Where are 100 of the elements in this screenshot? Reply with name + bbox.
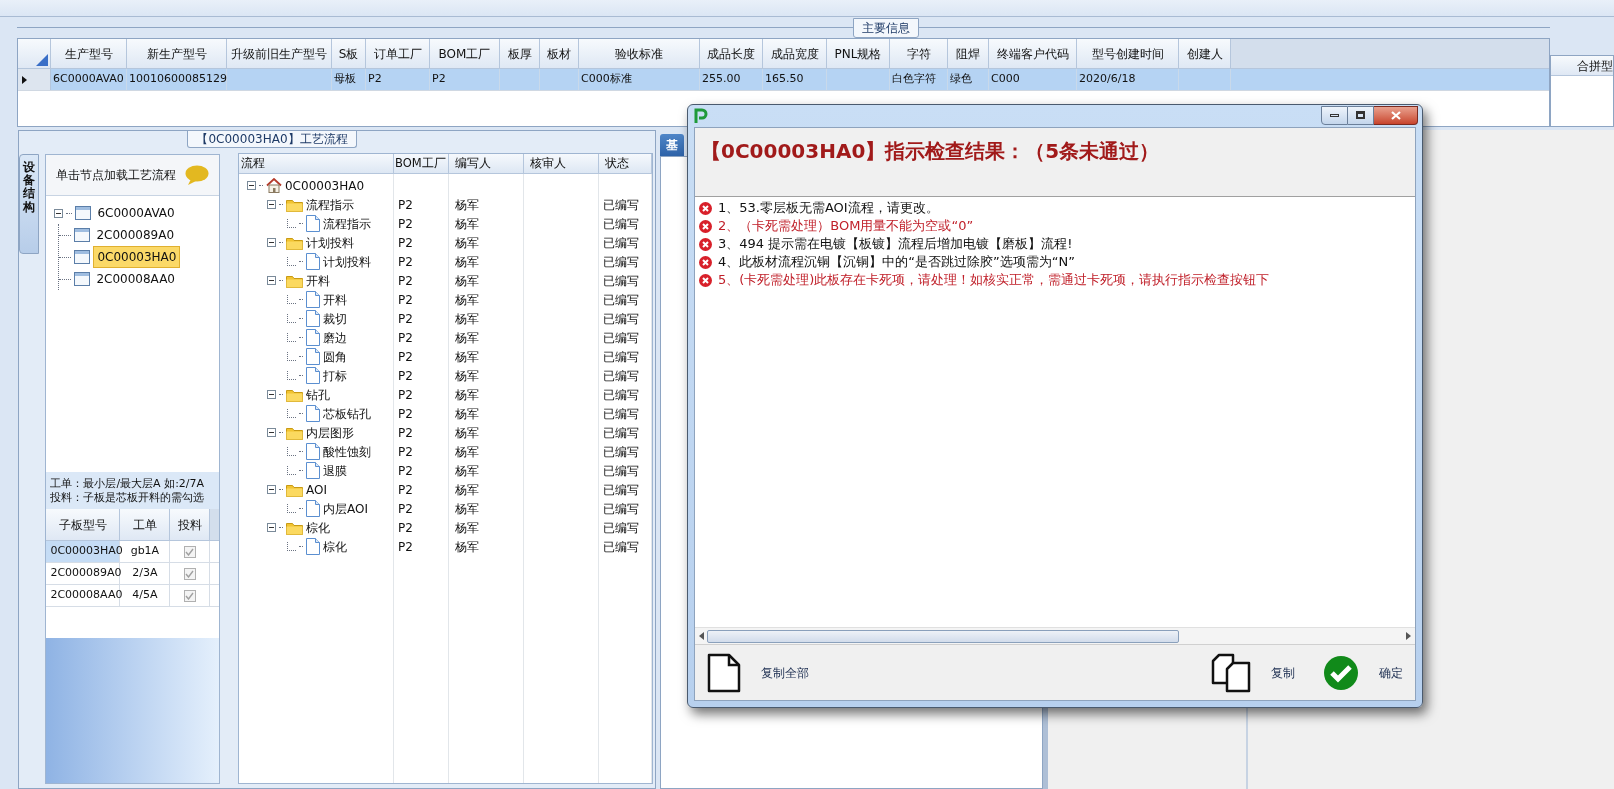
tree-node[interactable]: 开料 — [306, 271, 330, 290]
checkbox[interactable] — [183, 567, 196, 580]
checkbox[interactable] — [183, 589, 196, 602]
copy-button[interactable]: 复制 — [1211, 652, 1295, 693]
column-header[interactable]: 板厚 — [507, 44, 532, 63]
tree-node[interactable]: AOI — [306, 480, 327, 499]
table-cell: 已编写 — [603, 425, 639, 440]
column-header[interactable]: 生产型号 — [64, 44, 113, 63]
column-header[interactable]: 升级前旧生产型号 — [231, 44, 327, 63]
collapse-icon[interactable] — [267, 523, 276, 532]
panel-heading: 单击节点加载工艺流程 — [56, 167, 177, 184]
tree-node[interactable]: 棕化 — [323, 537, 347, 556]
table-row[interactable]: 0C00003HA0 gb1A — [46, 541, 220, 563]
table-cell: 已编写 — [603, 273, 639, 288]
column-header[interactable]: 新生产型号 — [146, 44, 207, 63]
table-cell: 杨军 — [455, 216, 479, 231]
column-header[interactable]: 状态 — [605, 154, 629, 173]
tree-node[interactable]: 0C00003HA0 — [285, 176, 365, 195]
tree-node[interactable]: 内层图形 — [306, 423, 354, 442]
tree-node[interactable]: 圆角 — [323, 347, 347, 366]
tree-node[interactable]: 裁切 — [323, 309, 347, 328]
table-row[interactable]: 2C000089A0 2/3A — [46, 563, 220, 585]
tree-node[interactable]: 2C00008AA0 — [93, 269, 178, 289]
table-cell: 已编写 — [603, 254, 639, 269]
column-header[interactable]: 成品长度 — [707, 44, 755, 63]
table-cell: P2 — [398, 520, 413, 535]
collapse-icon[interactable] — [247, 181, 256, 190]
column-header[interactable]: 编写人 — [455, 154, 491, 173]
maximize-button[interactable] — [1348, 105, 1374, 125]
tree-node[interactable]: 芯板钻孔 — [323, 404, 371, 423]
tree-node[interactable]: 酸性蚀刻 — [323, 442, 371, 461]
column-header[interactable]: 核审人 — [530, 154, 566, 173]
checkbox[interactable] — [183, 545, 196, 558]
tree-node[interactable]: 开料 — [323, 290, 347, 309]
column-header[interactable]: 阻焊 — [956, 44, 980, 63]
collapse-icon[interactable] — [267, 276, 276, 285]
column-header[interactable]: BOM工厂 — [395, 154, 446, 173]
tree-node[interactable]: 6C0000AVA0 — [94, 204, 178, 222]
column-header[interactable]: 创建人 — [1186, 44, 1223, 63]
table-cell: C000标准 — [581, 71, 632, 88]
column-header[interactable]: 工单 — [132, 515, 157, 534]
copy-button[interactable]: 复制全部 — [707, 652, 809, 693]
table-cell: gb1A — [130, 543, 160, 560]
tree-node[interactable]: 内层AOI — [323, 499, 368, 518]
column-header[interactable]: 型号创建时间 — [1091, 44, 1164, 63]
column-header[interactable]: 子板型号 — [58, 515, 107, 534]
tree-node[interactable]: 2C000089A0 — [93, 225, 178, 245]
column-header[interactable]: S板 — [338, 44, 359, 63]
table-cell[interactable]: 0C00003HA0 — [46, 541, 121, 562]
table-cell: 已编写 — [603, 482, 639, 497]
table-cell: 已编写 — [603, 539, 639, 554]
horizontal-scrollbar[interactable] — [695, 627, 1415, 644]
collapse-icon[interactable] — [267, 485, 276, 494]
side-tab[interactable]: 设备结构 — [19, 154, 40, 254]
table-row[interactable]: 2C00008AA0 4/5A — [46, 585, 220, 607]
collapse-icon[interactable] — [54, 208, 64, 218]
tree-node[interactable]: 钻孔 — [306, 385, 330, 404]
table-cell: P2 — [398, 216, 413, 231]
column-header[interactable]: 订单工厂 — [373, 44, 422, 63]
minimize-button[interactable] — [1321, 105, 1348, 125]
tree-node[interactable]: 磨边 — [323, 328, 347, 347]
close-button[interactable] — [1374, 105, 1418, 125]
tree-node[interactable]: 0C00003HA0 — [93, 246, 181, 268]
tree-node[interactable]: 打标 — [323, 366, 347, 385]
table-row[interactable]: 6C0000AVA0 10010600085129 母板 P2 P2 C000标准 255.00 165.50 白色字符 绿色 C000 2020/6/18 — [18, 69, 1549, 91]
table-cell[interactable]: 2C000089A0 — [46, 563, 121, 584]
document-icon — [306, 215, 320, 232]
table-cell: 杨军 — [455, 311, 479, 326]
table-cell: 已编写 — [603, 406, 639, 421]
collapse-icon[interactable] — [267, 238, 276, 247]
panel-tab[interactable]: 基 — [660, 134, 684, 156]
column-header[interactable]: PNL规格 — [834, 44, 882, 63]
table-cell: 已编写 — [603, 463, 639, 478]
table-cell[interactable]: 2C00008AA0 — [46, 585, 121, 606]
table-cell: 255.00 — [702, 71, 741, 88]
table-cell: 已编写 — [603, 235, 639, 250]
tree-node[interactable]: 计划投料 — [306, 233, 354, 252]
table-cell: 10010600085129 — [129, 71, 227, 88]
column-header[interactable]: 成品宽度 — [770, 44, 819, 63]
document-icon — [306, 462, 320, 479]
collapse-icon[interactable] — [267, 200, 276, 209]
confirm-button[interactable]: 确定 — [1323, 654, 1403, 691]
column-header[interactable]: 板材 — [547, 44, 571, 63]
column-header[interactable]: BOM工厂 — [438, 44, 491, 63]
tree-node[interactable]: 棕化 — [306, 518, 330, 537]
column-header[interactable]: 流程 — [241, 154, 265, 173]
message-text: 4、此板材流程沉铜【沉铜】中的“是否跳过除胶”选项需为“N” — [718, 253, 1075, 272]
column-header[interactable]: 投料 — [177, 515, 202, 534]
collapse-icon[interactable] — [267, 390, 276, 399]
tree-node[interactable]: 退膜 — [323, 461, 347, 480]
table-cell: 杨军 — [455, 387, 479, 402]
tree-node[interactable]: 计划投料 — [323, 252, 371, 271]
table-cell: 母板 — [334, 71, 356, 88]
column-header[interactable]: 终端客户代码 — [996, 44, 1069, 63]
tree-node[interactable]: 流程指示 — [323, 214, 371, 233]
collapse-icon[interactable] — [267, 428, 276, 437]
table-cell: 已编写 — [603, 387, 639, 402]
column-header[interactable]: 验收标准 — [615, 44, 663, 63]
column-header[interactable]: 字符 — [906, 44, 931, 63]
tree-node[interactable]: 流程指示 — [306, 195, 354, 214]
